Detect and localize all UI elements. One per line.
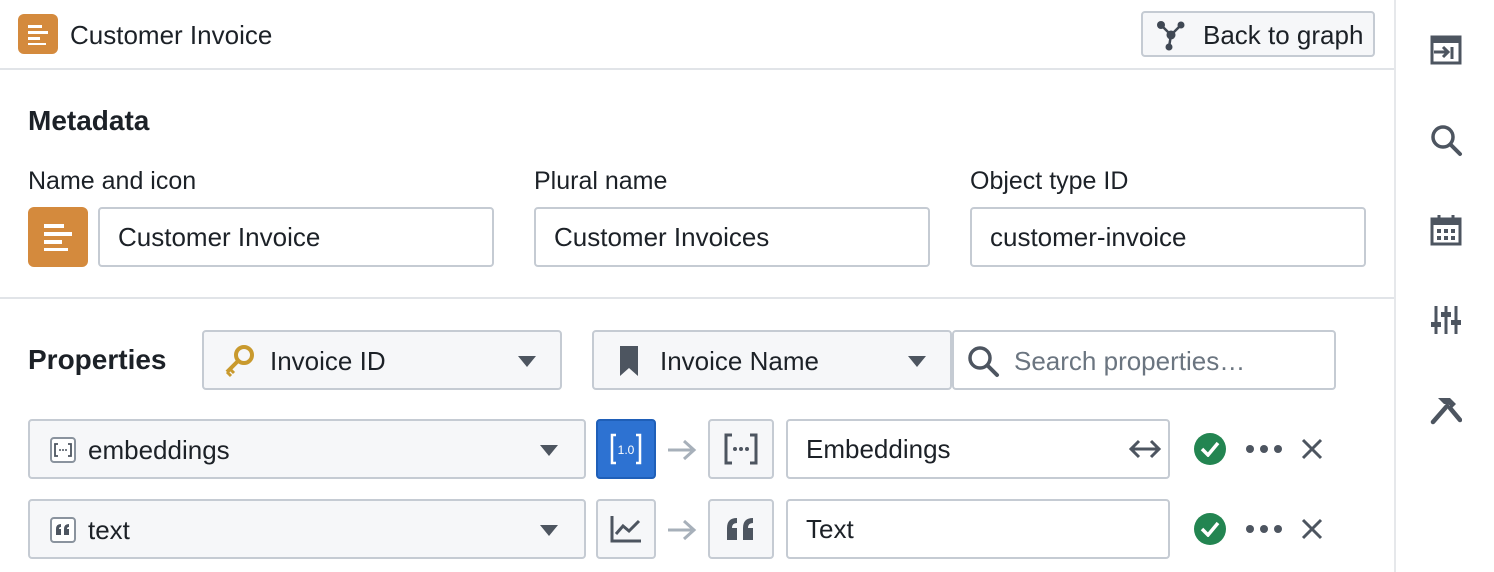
- back-to-graph-label: Back to graph: [1203, 20, 1364, 50]
- vector-type-icon: 1.0: [610, 433, 642, 465]
- display-name-value: Text: [806, 514, 854, 544]
- display-name-value: Embeddings: [806, 434, 951, 464]
- valid-check-icon: [1194, 433, 1226, 465]
- chevron-down-icon: [540, 445, 558, 456]
- plural-name-input-value: Customer Invoices: [554, 222, 770, 252]
- name-and-icon-label: Name and icon: [28, 167, 197, 195]
- arrow-right-icon: [668, 439, 697, 461]
- target-type-button-embeddings[interactable]: [708, 419, 774, 479]
- object-type-id-label: Object type ID: [970, 167, 1129, 195]
- array-icon: [50, 437, 76, 463]
- source-column-name: embeddings: [88, 435, 230, 465]
- display-name-input-text[interactable]: Text: [786, 499, 1170, 559]
- object-icon-picker[interactable]: [28, 207, 88, 267]
- document-lines-icon: [18, 14, 58, 54]
- valid-check-icon: [1194, 513, 1226, 545]
- chevron-down-icon: [540, 525, 558, 536]
- base-type-button-text[interactable]: [596, 499, 656, 559]
- quote-icon: [50, 517, 76, 543]
- object-type-id-input[interactable]: customer-invoice: [970, 207, 1366, 267]
- calendar-icon[interactable]: [1426, 210, 1466, 250]
- primary-key-select-value: Invoice ID: [270, 346, 386, 376]
- object-type-editor: Customer Invoice Back to graph Metadata …: [0, 0, 1394, 572]
- close-icon[interactable]: [1299, 516, 1325, 542]
- resize-horizontal-icon[interactable]: [1128, 435, 1162, 463]
- section-divider: [0, 297, 1394, 299]
- metadata-heading: Metadata: [28, 105, 150, 136]
- object-type-id-input-value: customer-invoice: [990, 222, 1187, 252]
- arrow-right-icon: [668, 519, 697, 541]
- source-column-select-text[interactable]: text: [28, 499, 586, 559]
- primary-key-select[interactable]: Invoice ID: [202, 330, 562, 390]
- name-input[interactable]: Customer Invoice: [98, 207, 494, 267]
- plural-name-input[interactable]: Customer Invoices: [534, 207, 930, 267]
- search-icon: [968, 346, 999, 377]
- title-property-select-value: Invoice Name: [660, 346, 819, 376]
- array-brackets-icon: [724, 433, 758, 465]
- search-properties-placeholder: Search properties…: [1014, 346, 1246, 376]
- more-options-icon[interactable]: [1246, 524, 1282, 534]
- right-sidebar: [1394, 0, 1494, 572]
- document-lines-icon: [44, 224, 72, 251]
- graph-icon: [1157, 21, 1185, 51]
- key-icon: [225, 345, 254, 378]
- back-to-graph-button[interactable]: Back to graph: [1141, 11, 1375, 57]
- bookmark-icon: [620, 346, 638, 376]
- quote-icon: [727, 518, 753, 540]
- title-property-select[interactable]: Invoice Name: [592, 330, 952, 390]
- display-name-input-embeddings[interactable]: Embeddings: [786, 419, 1170, 479]
- header: Customer Invoice Back to graph: [0, 0, 1394, 70]
- properties-heading: Properties: [28, 344, 167, 375]
- sliders-icon[interactable]: [1426, 300, 1466, 340]
- name-input-value: Customer Invoice: [118, 222, 321, 252]
- target-type-button-text[interactable]: [708, 499, 774, 559]
- panel-insert-icon[interactable]: [1426, 30, 1466, 70]
- source-column-select-embeddings[interactable]: embeddings: [28, 419, 586, 479]
- base-type-button-embeddings[interactable]: 1.0: [596, 419, 656, 479]
- svg-text:1.0: 1.0: [618, 443, 635, 457]
- chevron-down-icon: [518, 356, 536, 367]
- line-chart-icon: [610, 516, 641, 543]
- close-icon[interactable]: [1299, 436, 1325, 462]
- search-properties-input[interactable]: Search properties…: [952, 330, 1336, 390]
- plural-name-label: Plural name: [534, 167, 668, 195]
- page-title: Customer Invoice: [70, 20, 273, 50]
- chevron-down-icon: [908, 356, 926, 367]
- more-options-icon[interactable]: [1246, 444, 1282, 454]
- source-column-name: text: [88, 515, 130, 545]
- search-icon[interactable]: [1426, 120, 1466, 160]
- hammer-icon[interactable]: [1426, 390, 1466, 430]
